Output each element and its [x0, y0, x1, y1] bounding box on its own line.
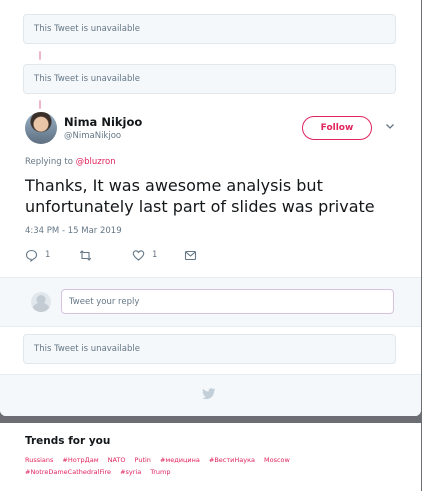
unavailable-tweet[interactable]: This Tweet is unavailable: [23, 14, 396, 44]
avatar[interactable]: [25, 112, 57, 144]
trend-item[interactable]: #ВестиНаука: [209, 456, 255, 464]
unavailable-tweet[interactable]: This Tweet is unavailable: [23, 334, 396, 364]
like-icon: [132, 249, 145, 261]
trends-list: Russians #НотрДам NATO Putin #медицина #Вести…: [25, 454, 385, 478]
follow-button[interactable]: Follow: [302, 116, 372, 140]
tweet-modal: This Tweet is unavailable This Tweet is …: [0, 0, 421, 416]
trend-item[interactable]: #медицина: [160, 456, 200, 464]
trends-title: Trends for you: [25, 435, 111, 447]
dm-icon: [184, 250, 197, 260]
unavailable-tweet[interactable]: This Tweet is unavailable: [23, 64, 396, 94]
retweet-action[interactable]: [79, 248, 99, 262]
like-count: 1: [152, 250, 158, 260]
retweet-icon: [79, 249, 92, 261]
dm-action[interactable]: [184, 248, 197, 262]
like-action[interactable]: 1: [132, 248, 157, 262]
trend-item[interactable]: NATO: [108, 456, 126, 464]
author-handle[interactable]: @NimaNikjoo: [64, 131, 121, 141]
trend-item[interactable]: #NotreDameCathedralFire: [25, 468, 111, 476]
trend-item[interactable]: Russians: [25, 456, 53, 464]
trend-item[interactable]: Moscow: [264, 456, 290, 464]
replying-to-link[interactable]: @bluzron: [76, 157, 116, 167]
twitter-bird-icon: [202, 388, 216, 400]
tweet-timestamp[interactable]: 4:34 PM - 15 Mar 2019: [25, 226, 122, 236]
replying-prefix: Replying to: [25, 157, 76, 167]
reply-input[interactable]: Tweet your reply: [61, 289, 394, 314]
thread-connector: [39, 51, 41, 60]
thread-footer: [0, 374, 421, 416]
user-avatar: [31, 292, 51, 312]
chevron-down-icon[interactable]: [384, 120, 396, 132]
reply-composer: Tweet your reply: [0, 277, 421, 327]
reply-icon: [25, 249, 38, 262]
trend-item[interactable]: #НотрДам: [62, 456, 98, 464]
author-name[interactable]: Nima Nikjoo: [64, 115, 142, 129]
thread-connector: [39, 100, 41, 109]
reply-count: 1: [45, 250, 51, 260]
replying-to: Replying to @bluzron: [25, 157, 116, 167]
trend-item[interactable]: #syria: [120, 468, 141, 476]
trend-item[interactable]: Trump: [150, 468, 170, 476]
trend-item[interactable]: Putin: [135, 456, 151, 464]
reply-action[interactable]: 1: [25, 248, 50, 262]
tweet-text: Thanks, It was awesome analysis but unfo…: [25, 176, 375, 216]
trends-panel: Trends for you Russians #НотрДам NATO Putin…: [0, 423, 421, 491]
